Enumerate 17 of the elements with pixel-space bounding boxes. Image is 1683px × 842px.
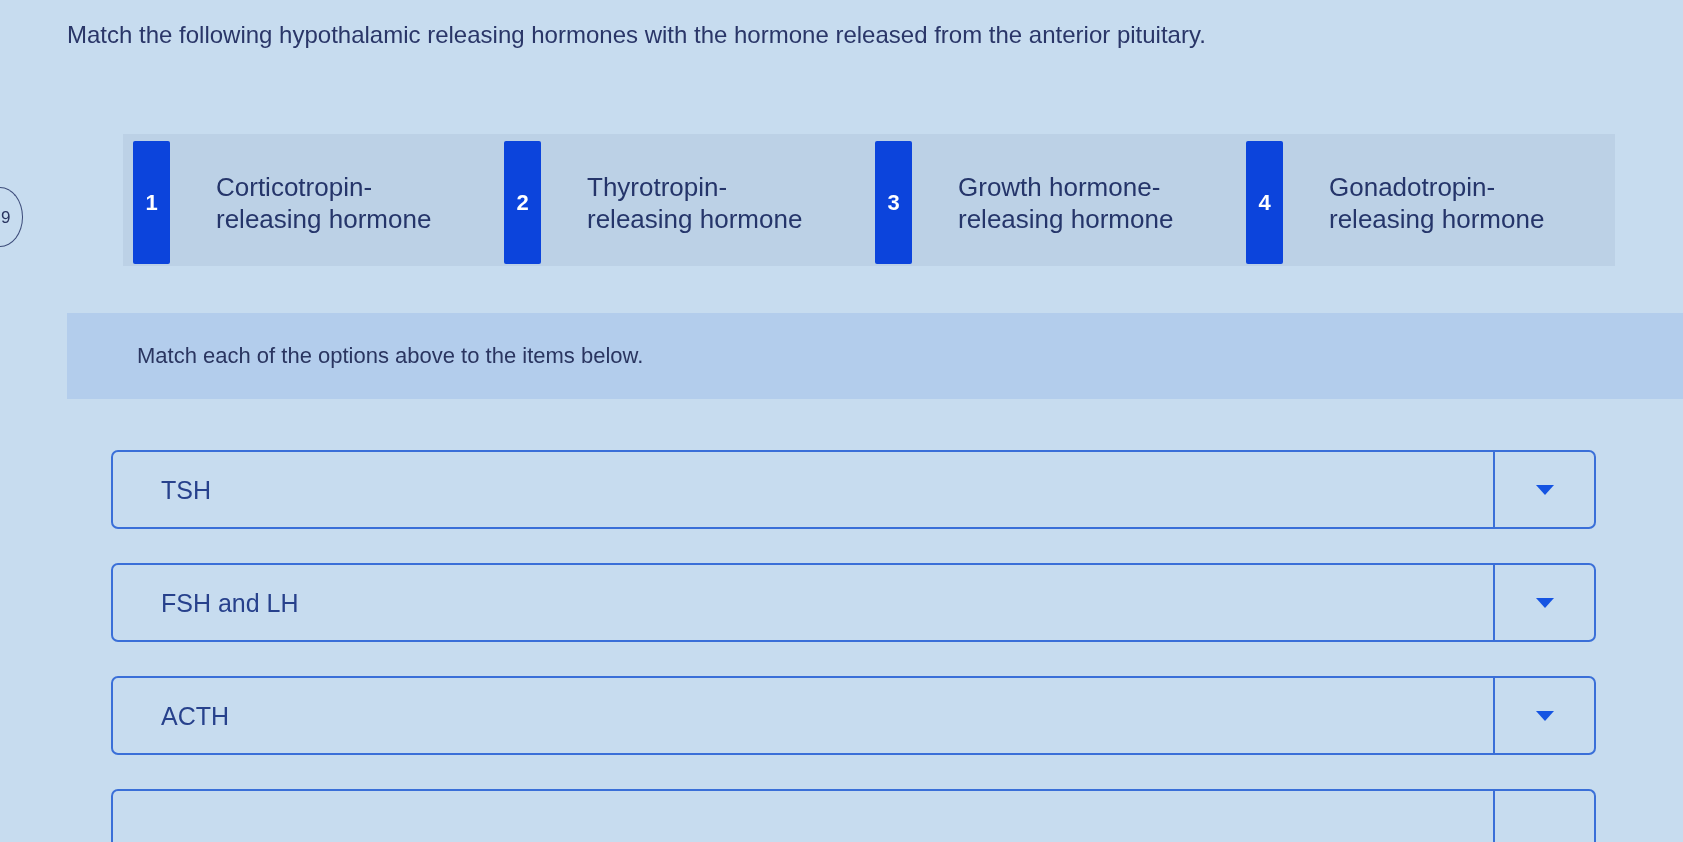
option-label: Growth hormone-releasing hormone	[958, 170, 1175, 235]
match-dropdown[interactable]: ACTH	[111, 676, 1596, 755]
option-label: Corticotropin-releasing hormone	[216, 170, 433, 235]
match-dropdown[interactable]: TSH	[111, 450, 1596, 529]
question-text: Match the following hypothalamic releasing hormones with the hormone released from the anterior pituitary.	[67, 20, 1206, 50]
caret-icon	[1535, 484, 1554, 495]
option-label: Gonadotropin-releasing hormone	[1329, 170, 1546, 235]
caret-icon	[1535, 710, 1554, 721]
caret-icon	[1535, 597, 1554, 608]
instruction-text: Match each of the options above to the items below.	[137, 342, 644, 370]
number-tile: 1	[133, 141, 170, 264]
match-dropdown[interactable]	[111, 789, 1596, 842]
option-label: Thyrotropin-releasing hormone	[587, 170, 804, 235]
number-tile: 3	[875, 141, 912, 264]
number-tile: 2	[504, 141, 541, 264]
number-tile: 4	[1246, 141, 1283, 264]
match-dropdown[interactable]: FSH and LH	[111, 563, 1596, 642]
